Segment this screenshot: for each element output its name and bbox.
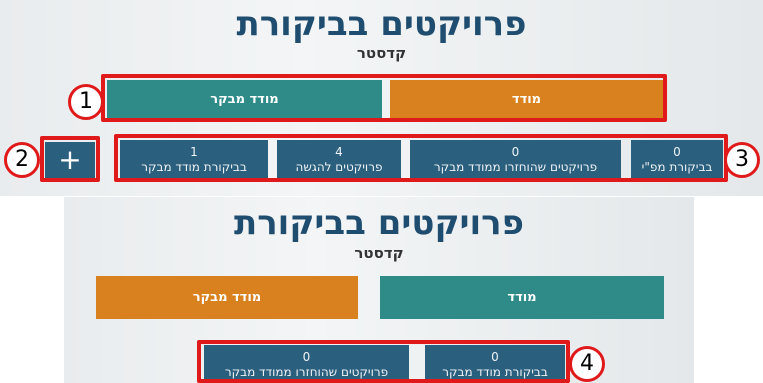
- annotation-box-1: [101, 74, 667, 122]
- toggle-surveyor[interactable]: מודד: [380, 276, 664, 319]
- page-subtitle: קדסטר: [356, 44, 407, 62]
- annotation-marker-3: 3: [724, 142, 760, 178]
- annotation-marker-4: 4: [569, 346, 605, 382]
- annotation-marker-1: 1: [68, 84, 104, 120]
- page-title: פרויקטים בביקורת: [236, 4, 527, 44]
- annotation-box-4: [197, 340, 570, 383]
- annotation-box-2: [40, 136, 100, 182]
- page-subtitle: קדסטר: [354, 244, 404, 262]
- annotation-box-3: [114, 134, 728, 182]
- annotation-marker-2: 2: [4, 142, 40, 178]
- toggle-supervising-surveyor[interactable]: מודד מבקר: [96, 276, 358, 319]
- page-title: פרויקטים בביקורת: [233, 203, 525, 243]
